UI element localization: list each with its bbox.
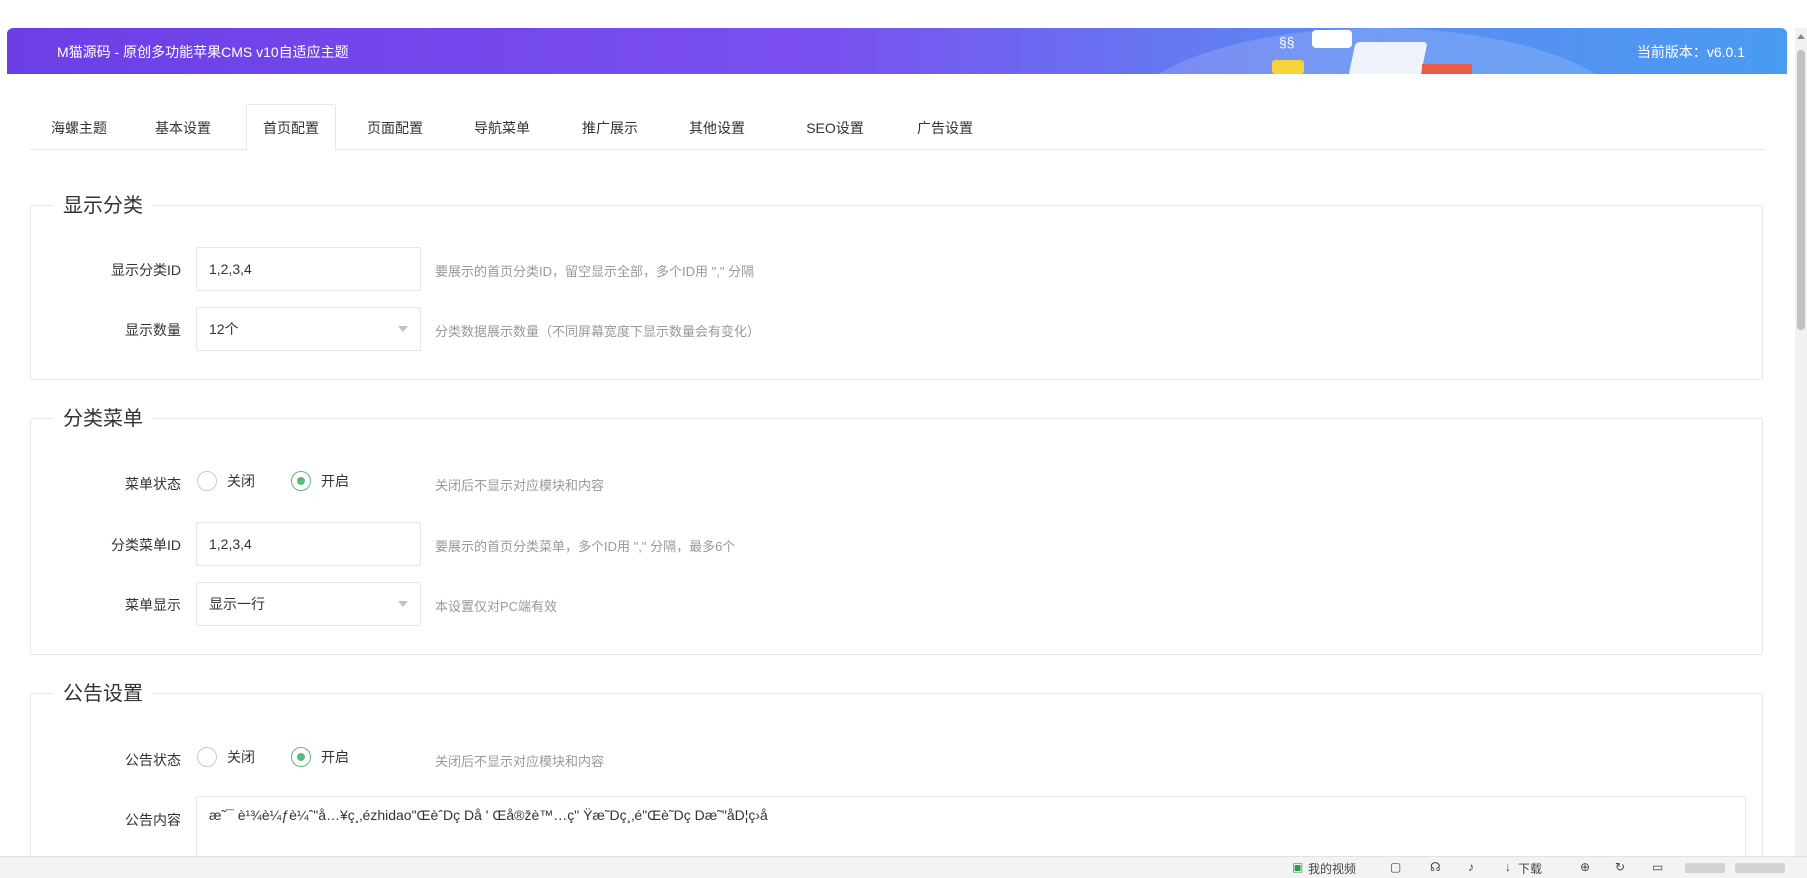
- category-count-value: 12个: [209, 321, 239, 337]
- tab-theme[interactable]: 海螺主题: [44, 104, 114, 151]
- tab-other-settings[interactable]: 其他设置: [682, 104, 752, 151]
- version-label: 当前版本：v6.0.1: [1636, 44, 1745, 60]
- section-title: 显示分类: [53, 189, 153, 218]
- category-id-input[interactable]: 1,2,3,4: [196, 247, 421, 291]
- menu-display-select[interactable]: 显示一行: [196, 582, 421, 626]
- menu-section: 分类菜单 菜单状态 关闭 开启 关闭后不显示对应模块和内容 分类菜单ID 1,2…: [30, 402, 1763, 655]
- tab-nav-menu[interactable]: 导航菜单: [467, 104, 537, 151]
- steam-illustration: §§: [1279, 34, 1295, 50]
- menu-status-off-radio[interactable]: 关闭: [197, 471, 255, 491]
- category-id-label: 显示分类ID: [111, 262, 181, 278]
- notice-status-label: 公告状态: [125, 752, 181, 768]
- menu-display-label: 菜单显示: [125, 597, 181, 613]
- notice-content-label: 公告内容: [125, 812, 181, 828]
- browser-statusbar: ▣ 我的视频 ▢ ☊ ♪ ↓ 下载 ⊕ ↻ ▭: [0, 856, 1807, 878]
- menu-status-on-radio[interactable]: 开启: [291, 471, 349, 491]
- notice-section: 公告设置 公告状态 关闭 开启 关闭后不显示对应模块和内容 公告内容 æ˜¯ è…: [30, 677, 1763, 878]
- window-icon[interactable]: ▭: [1652, 860, 1663, 874]
- menu-id-label: 分类菜单ID: [111, 537, 181, 553]
- tab-page-config[interactable]: 页面配置: [360, 104, 430, 151]
- chat-bubble-illustration: [1312, 30, 1352, 48]
- cup-illustration: [1272, 60, 1304, 74]
- radio-label-on: 开启: [321, 749, 349, 765]
- tab-basic-settings[interactable]: 基本设置: [148, 104, 218, 151]
- tab-ad-settings[interactable]: 广告设置: [910, 104, 980, 151]
- header-banner: §§ M猫源码 - 原创多功能苹果CMS v10自适应主题 当前版本：v6.0.…: [7, 28, 1787, 74]
- tab-seo-settings[interactable]: SEO设置: [800, 104, 870, 151]
- headphones-icon[interactable]: ☊: [1430, 860, 1441, 874]
- scroll-thumb[interactable]: [1797, 50, 1805, 330]
- notice-status-on-radio[interactable]: 开启: [291, 747, 349, 767]
- tab-promotion[interactable]: 推广展示: [575, 104, 645, 151]
- menu-display-hint: 本设置仅对PC端有效: [435, 599, 558, 614]
- notice-status-off-radio[interactable]: 关闭: [197, 747, 255, 767]
- book-illustration: [1422, 64, 1472, 74]
- my-videos-link[interactable]: 我的视频: [1308, 860, 1356, 877]
- zoom-icon[interactable]: ⊕: [1580, 860, 1590, 874]
- screenshot-icon[interactable]: ▢: [1390, 860, 1401, 874]
- refresh-icon[interactable]: ↻: [1615, 860, 1625, 874]
- chevron-down-icon: [398, 601, 408, 607]
- radio-checked-icon: [291, 471, 311, 491]
- scroll-up-arrow-icon[interactable]: [1797, 34, 1805, 39]
- chevron-down-icon: [398, 326, 408, 332]
- menu-status-label: 菜单状态: [125, 476, 181, 492]
- app-title: M猫源码 - 原创多功能苹果CMS v10自适应主题: [57, 44, 349, 60]
- section-title: 分类菜单: [53, 402, 153, 431]
- radio-unchecked-icon: [197, 747, 217, 767]
- paper-illustration: [1348, 42, 1428, 74]
- radio-label-off: 关闭: [227, 749, 255, 765]
- radio-label-off: 关闭: [227, 473, 255, 489]
- download-icon[interactable]: ↓: [1505, 860, 1511, 874]
- blurred-item: [1685, 863, 1725, 873]
- video-icon[interactable]: ▣: [1292, 860, 1303, 874]
- category-count-select[interactable]: 12个: [196, 307, 421, 351]
- category-count-hint: 分类数据展示数量（不同屏幕宽度下显示数量会有变化）: [435, 324, 761, 339]
- download-link[interactable]: 下载: [1518, 860, 1542, 877]
- menu-id-hint: 要展示的首页分类菜单，多个ID用 "," 分隔，最多6个: [435, 539, 736, 554]
- menu-id-input[interactable]: 1,2,3,4: [196, 522, 421, 566]
- radio-unchecked-icon: [197, 471, 217, 491]
- section-title: 公告设置: [53, 677, 153, 706]
- blurred-item: [1735, 863, 1785, 873]
- settings-tabs: 海螺主题 基本设置 首页配置 页面配置 导航菜单 推广展示 其他设置 SEO设置…: [30, 100, 1765, 151]
- radio-checked-icon: [291, 747, 311, 767]
- category-id-hint: 要展示的首页分类ID，留空显示全部，多个ID用 "," 分隔: [435, 264, 755, 279]
- menu-display-value: 显示一行: [209, 596, 265, 612]
- speaker-icon[interactable]: ♪: [1468, 860, 1474, 874]
- radio-label-on: 开启: [321, 473, 349, 489]
- category-section: 显示分类 显示分类ID 1,2,3,4 要展示的首页分类ID，留空显示全部，多个…: [30, 189, 1763, 380]
- vertical-scrollbar[interactable]: [1795, 28, 1807, 856]
- category-count-label: 显示数量: [125, 322, 181, 338]
- tab-homepage-config[interactable]: 首页配置: [246, 104, 336, 151]
- notice-status-hint: 关闭后不显示对应模块和内容: [435, 754, 605, 769]
- menu-status-hint: 关闭后不显示对应模块和内容: [435, 478, 605, 493]
